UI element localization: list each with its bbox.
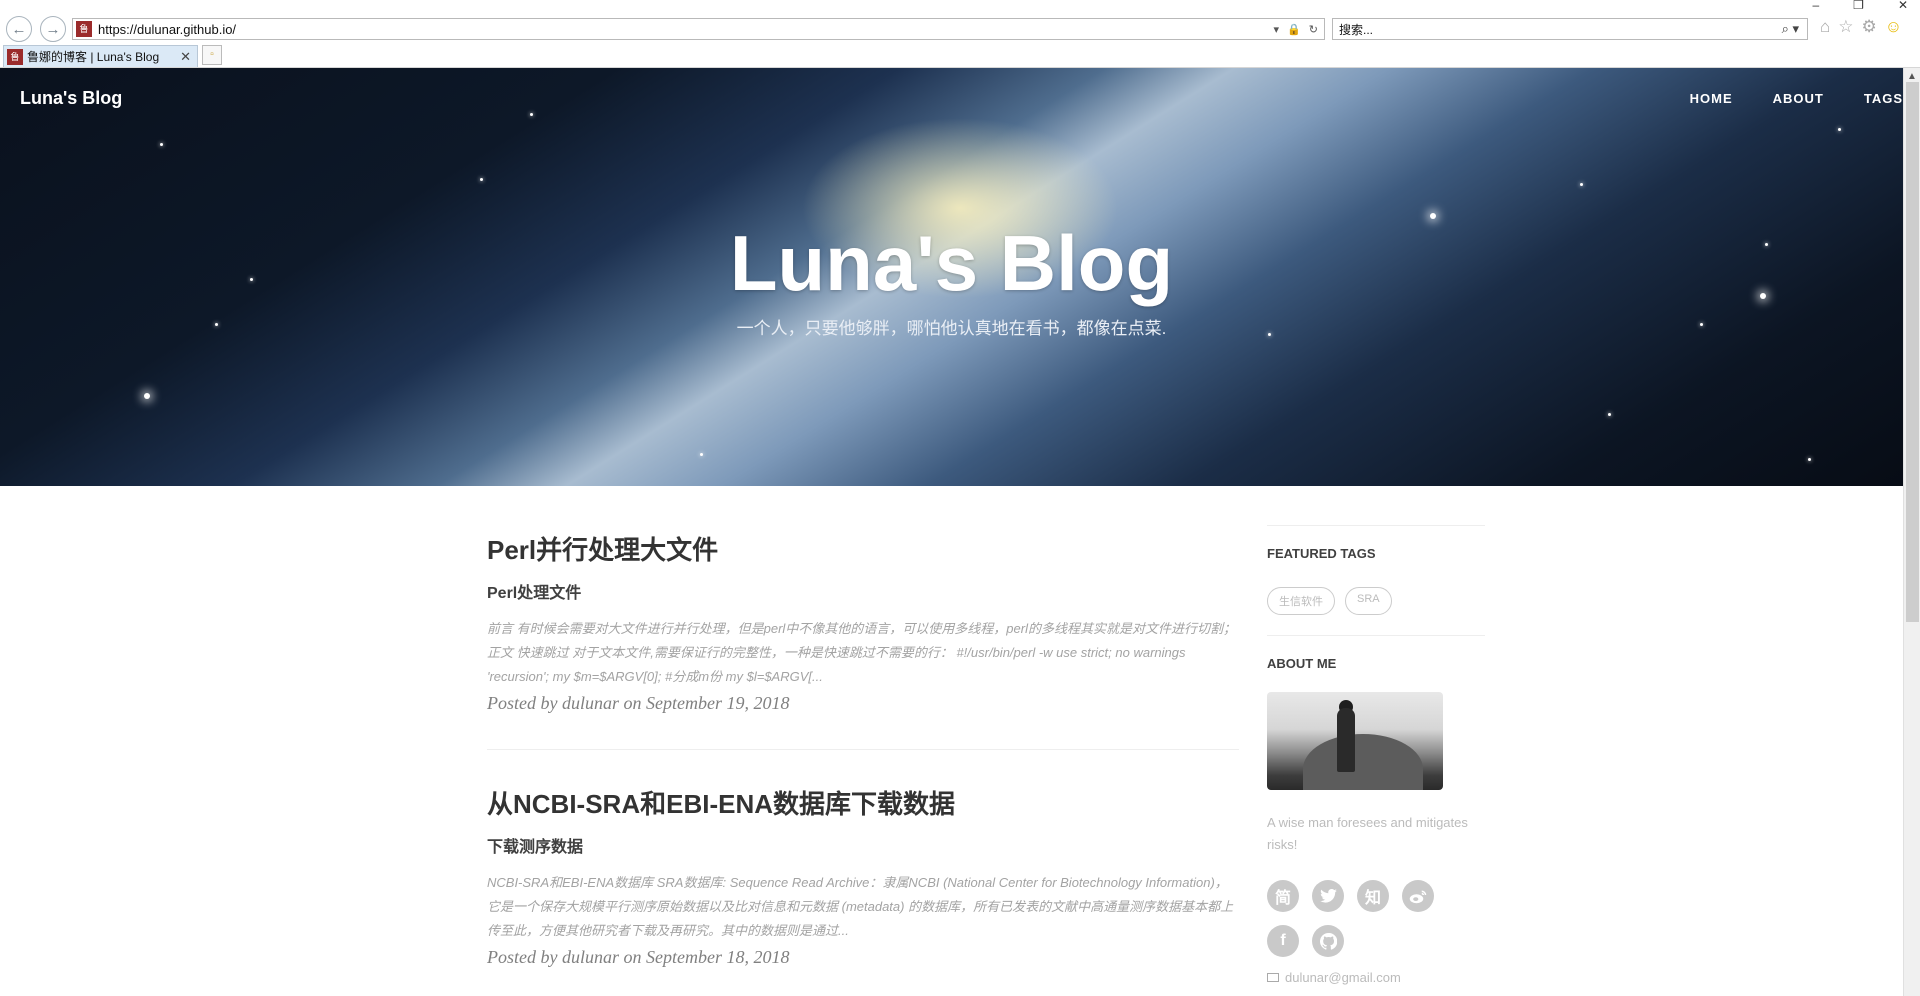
nav-home[interactable]: HOME (1690, 91, 1733, 106)
avatar-person-body (1337, 708, 1355, 772)
jianshu-icon[interactable]: 简 (1267, 880, 1299, 912)
search-icon[interactable]: ⌕ ▾ (1782, 21, 1807, 37)
hero-header: Luna's Blog HOME ABOUT TAGS Luna's Blog … (0, 68, 1903, 486)
address-tools: ▾ 🔒 ↻ (1274, 23, 1324, 36)
post-list: Perl并行处理大文件 Perl处理文件 前言 有时候会需要对大文件进行并行处理… (487, 530, 1239, 996)
settings-gear-icon[interactable]: ⚙ (1862, 17, 1877, 37)
about-me-title: ABOUT ME (1267, 656, 1337, 671)
tab-close-icon[interactable]: ✕ (180, 49, 197, 65)
address-bar[interactable]: 鲁 https://dulunar.github.io/ ▾ 🔒 ↻ (72, 18, 1325, 40)
email-address[interactable]: dulunar@gmail.com (1285, 970, 1401, 985)
star-decoration (160, 143, 163, 146)
post-meta: Posted by dulunar on September 19, 2018 (487, 693, 790, 713)
zhihu-icon[interactable]: 知 (1357, 880, 1389, 912)
back-arrow-icon[interactable]: ← (6, 16, 32, 42)
window-controls: – ❐ ✕ (1812, 0, 1908, 12)
scroll-thumb[interactable] (1906, 82, 1919, 622)
hero-title: Luna's Blog (729, 219, 1174, 307)
browser-tab[interactable]: 鲁 鲁娜的博客 | Luna's Blog ✕ (3, 45, 198, 67)
post-subtitle[interactable]: Perl处理文件 (487, 579, 1239, 603)
site-brand[interactable]: Luna's Blog (20, 88, 122, 109)
featured-tags: 生信软件 SRA (1267, 587, 1485, 615)
post-subtitle[interactable]: 下载测序数据 (487, 833, 1239, 857)
about-motto: A wise man foresees and mitigates risks! (1267, 815, 1468, 852)
address-url[interactable]: https://dulunar.github.io/ (98, 22, 1274, 37)
star-decoration (1838, 128, 1841, 131)
browser-toolbar-icons: ⌂ ☆ ⚙ ☺ (1820, 17, 1902, 37)
weibo-icon[interactable] (1402, 880, 1434, 912)
restore-button[interactable]: ❐ (1853, 0, 1864, 12)
hero-subtitle: 一个人，只要他够胖，哪怕他认真地在看书，都像在点菜. (736, 319, 1167, 338)
close-window-button[interactable]: ✕ (1898, 0, 1908, 12)
smiley-feedback-icon[interactable]: ☺ (1885, 17, 1902, 37)
nav-about[interactable]: ABOUT (1773, 91, 1824, 106)
browser-chrome: – ❐ ✕ ← → 鲁 https://dulunar.github.io/ ▾… (0, 0, 1920, 68)
post-item: 从NCBI-SRA和EBI-ENA数据库下载数据 下载测序数据 NCBI-SRA… (487, 784, 1239, 996)
new-tab-button[interactable]: ▫ (202, 45, 222, 65)
site-favicon-icon: 鲁 (76, 21, 92, 37)
star-decoration (700, 453, 703, 456)
featured-tags-title: FEATURED TAGS (1267, 546, 1376, 561)
search-box[interactable]: 搜索... ⌕ ▾ (1332, 18, 1808, 40)
top-nav: HOME ABOUT TAGS (1690, 91, 1903, 106)
mail-icon (1267, 973, 1279, 982)
tag-bioinfo-software[interactable]: 生信软件 (1267, 587, 1335, 615)
facebook-icon[interactable]: f (1267, 925, 1299, 957)
sidebar: FEATURED TAGS 生信软件 SRA ABOUT ME A wise m… (1267, 525, 1485, 985)
twitter-icon[interactable] (1312, 880, 1344, 912)
sidebar-divider (1267, 525, 1485, 526)
search-input[interactable]: 搜索... (1339, 21, 1782, 38)
github-icon[interactable] (1312, 925, 1344, 957)
post-excerpt[interactable]: 前言 有时候会需要对大文件进行并行处理，但是perl中不像其他的语言，可以使用多… (487, 617, 1239, 689)
email-link[interactable]: dulunar@gmail.com (1267, 970, 1485, 985)
star-decoration (480, 178, 483, 181)
sidebar-divider (1267, 635, 1485, 636)
tab-favicon-icon: 鲁 (7, 48, 23, 65)
star-decoration (1608, 413, 1611, 416)
post-title[interactable]: Perl并行处理大文件 (487, 530, 1239, 567)
page-scrollbar[interactable]: ▲ (1903, 68, 1920, 996)
minimize-button[interactable]: – (1812, 0, 1819, 12)
avatar (1267, 692, 1443, 790)
favorites-star-icon[interactable]: ☆ (1838, 17, 1853, 37)
star-decoration (144, 393, 150, 399)
social-links: 简 知 f (1267, 880, 1467, 957)
post-meta: Posted by dulunar on September 18, 2018 (487, 947, 790, 967)
dropdown-arrow-icon[interactable]: ▾ (1274, 23, 1280, 36)
nav-tags[interactable]: TAGS (1864, 91, 1903, 106)
post-title[interactable]: 从NCBI-SRA和EBI-ENA数据库下载数据 (487, 784, 1239, 821)
refresh-icon[interactable]: ↻ (1309, 23, 1318, 36)
post-item: Perl并行处理大文件 Perl处理文件 前言 有时候会需要对大文件进行并行处理… (487, 530, 1239, 750)
star-decoration (530, 113, 533, 116)
post-excerpt[interactable]: NCBI-SRA和EBI-ENA数据库 SRA数据库: Sequence Rea… (487, 871, 1239, 943)
lock-icon[interactable]: 🔒 (1287, 23, 1301, 36)
avatar-rock-shape (1303, 734, 1423, 790)
star-decoration (1808, 458, 1811, 461)
star-decoration (1580, 183, 1583, 186)
tab-title: 鲁娜的博客 | Luna's Blog (27, 50, 160, 64)
forward-arrow-icon[interactable]: → (40, 16, 66, 42)
home-icon[interactable]: ⌂ (1820, 17, 1830, 37)
tag-sra[interactable]: SRA (1345, 587, 1392, 615)
